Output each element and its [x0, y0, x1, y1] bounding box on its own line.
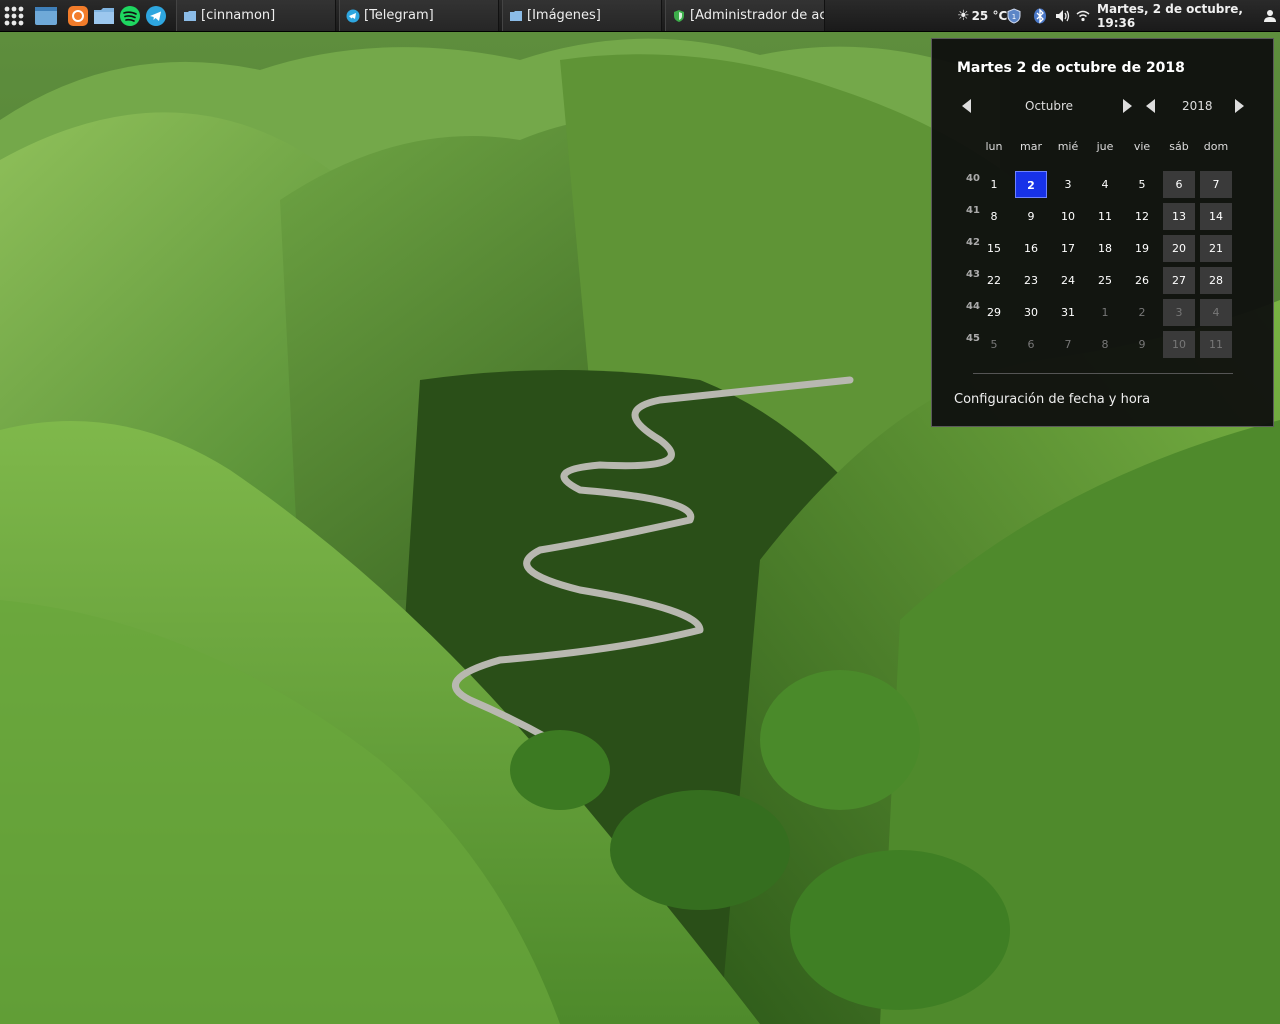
calendar-day[interactable]: 30: [1015, 299, 1047, 326]
taskbar-window-cinnamon[interactable]: [cinnamon]: [176, 0, 336, 31]
volume-icon[interactable]: [1055, 0, 1071, 31]
taskbar-window-label: [cinnamon]: [201, 8, 276, 23]
folder-icon: [184, 10, 196, 21]
calendar-day[interactable]: 24: [1052, 267, 1084, 294]
calendar-day[interactable]: 16: [1015, 235, 1047, 262]
calendar-day[interactable]: 11: [1089, 203, 1121, 230]
calendar-popup: Martes 2 de octubre de 2018 Octubre 2018…: [931, 38, 1274, 427]
clock-applet[interactable]: Martes, 2 de octubre, 19:36: [1097, 0, 1280, 31]
weather-temperature: 25 °C: [971, 8, 1008, 23]
previous-month-button[interactable]: [962, 99, 971, 113]
taskbar-window-administrador[interactable]: [Administrador de act...: [665, 0, 825, 31]
weekday-header: jue: [1096, 140, 1114, 153]
calendar-date-title: Martes 2 de octubre de 2018: [957, 60, 1185, 76]
calendar-day[interactable]: 20: [1163, 235, 1195, 262]
calendar-year-label: 2018: [1182, 99, 1213, 113]
telegram-icon[interactable]: [144, 4, 168, 28]
calendar-day[interactable]: 3: [1052, 171, 1084, 198]
sun-icon: ☀: [957, 7, 970, 24]
calendar-day[interactable]: 25: [1089, 267, 1121, 294]
calendar-day[interactable]: 10: [1163, 331, 1195, 358]
next-year-button[interactable]: [1235, 99, 1244, 113]
calendar-day-today[interactable]: 2: [1015, 171, 1047, 198]
weekday-header: mié: [1057, 140, 1079, 153]
calendar-day[interactable]: 9: [1126, 331, 1158, 358]
calendar-day[interactable]: 12: [1126, 203, 1158, 230]
calendar-day[interactable]: 8: [978, 203, 1010, 230]
taskbar-window-imagenes[interactable]: [Imágenes]: [502, 0, 662, 31]
top-panel: [cinnamon] [Telegram] [Imágenes] [Admini…: [0, 0, 1280, 32]
weekday-header: dom: [1203, 140, 1229, 153]
user-icon[interactable]: [1263, 0, 1277, 31]
clock-text: Martes, 2 de octubre, 19:36: [1097, 1, 1243, 30]
calendar-day[interactable]: 28: [1200, 267, 1232, 294]
calendar-day[interactable]: 3: [1163, 299, 1195, 326]
calendar-divider: [973, 373, 1233, 374]
calendar-day[interactable]: 19: [1126, 235, 1158, 262]
weekday-header: vie: [1133, 140, 1151, 153]
firefox-icon[interactable]: [66, 4, 90, 28]
calendar-day[interactable]: 1: [1089, 299, 1121, 326]
taskbar-window-label: [Imágenes]: [527, 8, 601, 23]
calendar-day[interactable]: 15: [978, 235, 1010, 262]
calendar-day[interactable]: 7: [1052, 331, 1084, 358]
calendar-day[interactable]: 5: [978, 331, 1010, 358]
date-time-settings-link[interactable]: Configuración de fecha y hora: [954, 392, 1150, 407]
calendar-day[interactable]: 2: [1126, 299, 1158, 326]
menu-icon[interactable]: [2, 4, 26, 28]
wifi-icon[interactable]: [1076, 0, 1090, 31]
shield-icon[interactable]: 1: [1006, 0, 1022, 31]
taskbar-window-label: [Telegram]: [364, 8, 434, 23]
spotify-icon[interactable]: [118, 4, 142, 28]
weekday-header: lun: [985, 140, 1003, 153]
weekday-header: sáb: [1169, 140, 1189, 153]
calendar-day[interactable]: 27: [1163, 267, 1195, 294]
svg-text:1: 1: [1012, 13, 1016, 21]
calendar-day[interactable]: 22: [978, 267, 1010, 294]
weather-applet[interactable]: ☀ 25 °C: [957, 0, 1007, 31]
show-desktop-icon[interactable]: [34, 4, 58, 28]
calendar-day[interactable]: 5: [1126, 171, 1158, 198]
calendar-day[interactable]: 8: [1089, 331, 1121, 358]
calendar-day[interactable]: 23: [1015, 267, 1047, 294]
next-month-button[interactable]: [1123, 99, 1132, 113]
files-icon[interactable]: [92, 4, 116, 28]
calendar-day[interactable]: 21: [1200, 235, 1232, 262]
taskbar-window-telegram[interactable]: [Telegram]: [339, 0, 499, 31]
folder-icon: [510, 10, 522, 21]
calendar-day[interactable]: 31: [1052, 299, 1084, 326]
calendar-day[interactable]: 9: [1015, 203, 1047, 230]
calendar-day[interactable]: 7: [1200, 171, 1232, 198]
calendar-day[interactable]: 11: [1200, 331, 1232, 358]
calendar-day[interactable]: 4: [1200, 299, 1232, 326]
calendar-day[interactable]: 18: [1089, 235, 1121, 262]
telegram-icon: [346, 9, 360, 22]
shield-icon: [674, 9, 684, 22]
calendar-day[interactable]: 4: [1089, 171, 1121, 198]
calendar-day[interactable]: 6: [1163, 171, 1195, 198]
calendar-day[interactable]: 17: [1052, 235, 1084, 262]
calendar-day[interactable]: 10: [1052, 203, 1084, 230]
calendar-day[interactable]: 26: [1126, 267, 1158, 294]
bluetooth-icon[interactable]: [1033, 0, 1047, 31]
calendar-day[interactable]: 6: [1015, 331, 1047, 358]
calendar-day[interactable]: 29: [978, 299, 1010, 326]
taskbar-window-label: [Administrador de act...: [690, 8, 824, 23]
previous-year-button[interactable]: [1146, 99, 1155, 113]
calendar-day[interactable]: 13: [1163, 203, 1195, 230]
calendar-month-label: Octubre: [1025, 99, 1074, 113]
calendar-day[interactable]: 14: [1200, 203, 1232, 230]
weekday-header: mar: [1020, 140, 1042, 153]
calendar-day[interactable]: 1: [978, 171, 1010, 198]
